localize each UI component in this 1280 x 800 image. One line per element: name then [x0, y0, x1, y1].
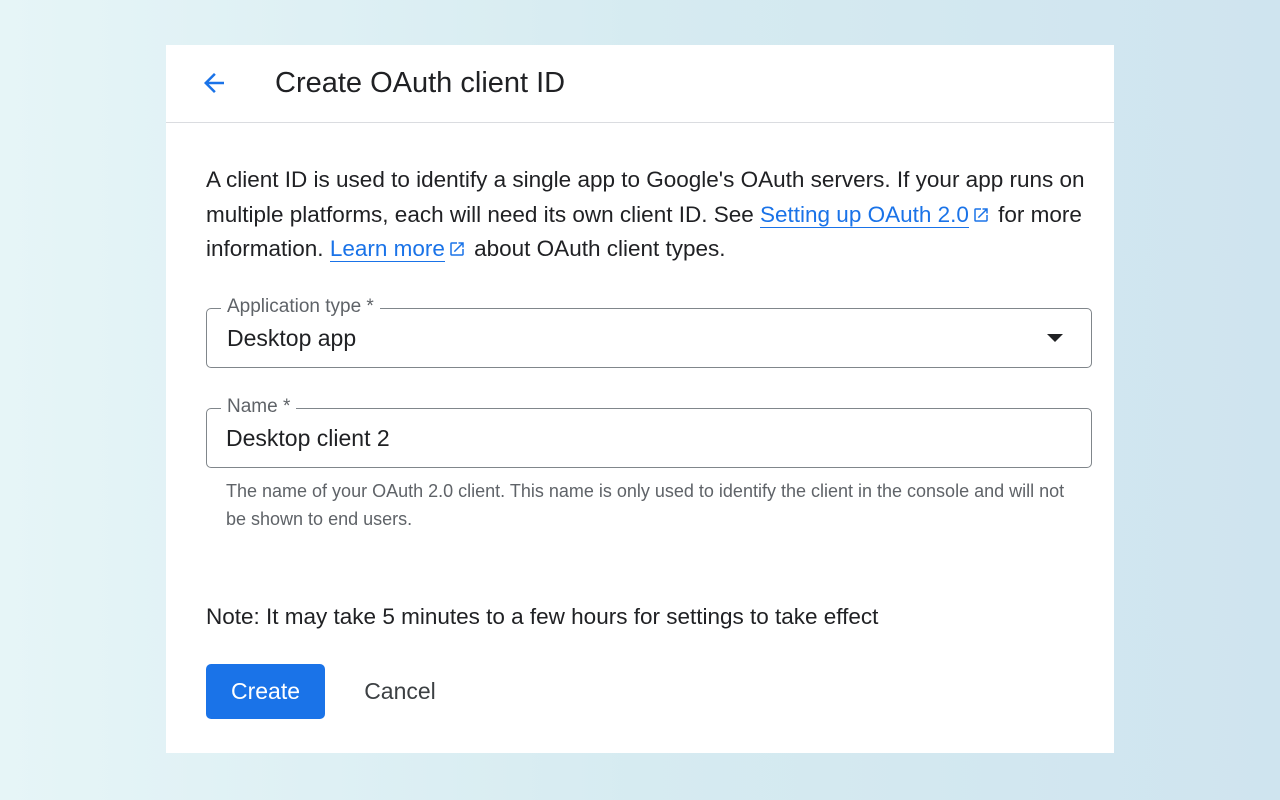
settings-note: Note: It may take 5 minutes to a few hou…	[206, 604, 879, 629]
application-type-label: Application type *	[221, 296, 380, 318]
name-input[interactable]	[226, 421, 1066, 455]
name-field-hint: The name of your OAuth 2.0 client. This …	[226, 481, 1065, 529]
create-button[interactable]: Create	[206, 664, 325, 719]
open-in-new-icon	[974, 207, 988, 222]
description-text-part-3: about OAuth client types.	[467, 236, 726, 261]
description-text: A client ID is used to identify a single…	[206, 163, 1086, 267]
arrow-back-icon	[204, 73, 224, 93]
dropdown-arrow-icon	[1047, 334, 1063, 342]
name-field-label: Name *	[221, 396, 297, 418]
application-type-value: Desktop app	[227, 325, 357, 351]
cancel-button[interactable]: Cancel	[346, 664, 454, 719]
back-button[interactable]	[196, 65, 232, 101]
page-title: Create OAuth client ID	[275, 67, 566, 99]
application-type-select[interactable]: Application type * Desktop app	[206, 296, 1092, 368]
learn-more-link-label: Learn more	[329, 236, 445, 261]
setting-up-oauth-link[interactable]: Setting up OAuth 2.0	[760, 201, 969, 228]
learn-more-link[interactable]: Learn more	[329, 236, 445, 262]
open-in-new-icon	[450, 242, 464, 256]
create-oauth-client-panel: Create OAuth client ID A client ID is us…	[166, 45, 1114, 753]
name-field: Name *	[206, 396, 1092, 468]
setting-up-oauth-link-label: Setting up OAuth 2.0	[760, 201, 969, 227]
page-header: Create OAuth client ID	[166, 45, 1114, 123]
